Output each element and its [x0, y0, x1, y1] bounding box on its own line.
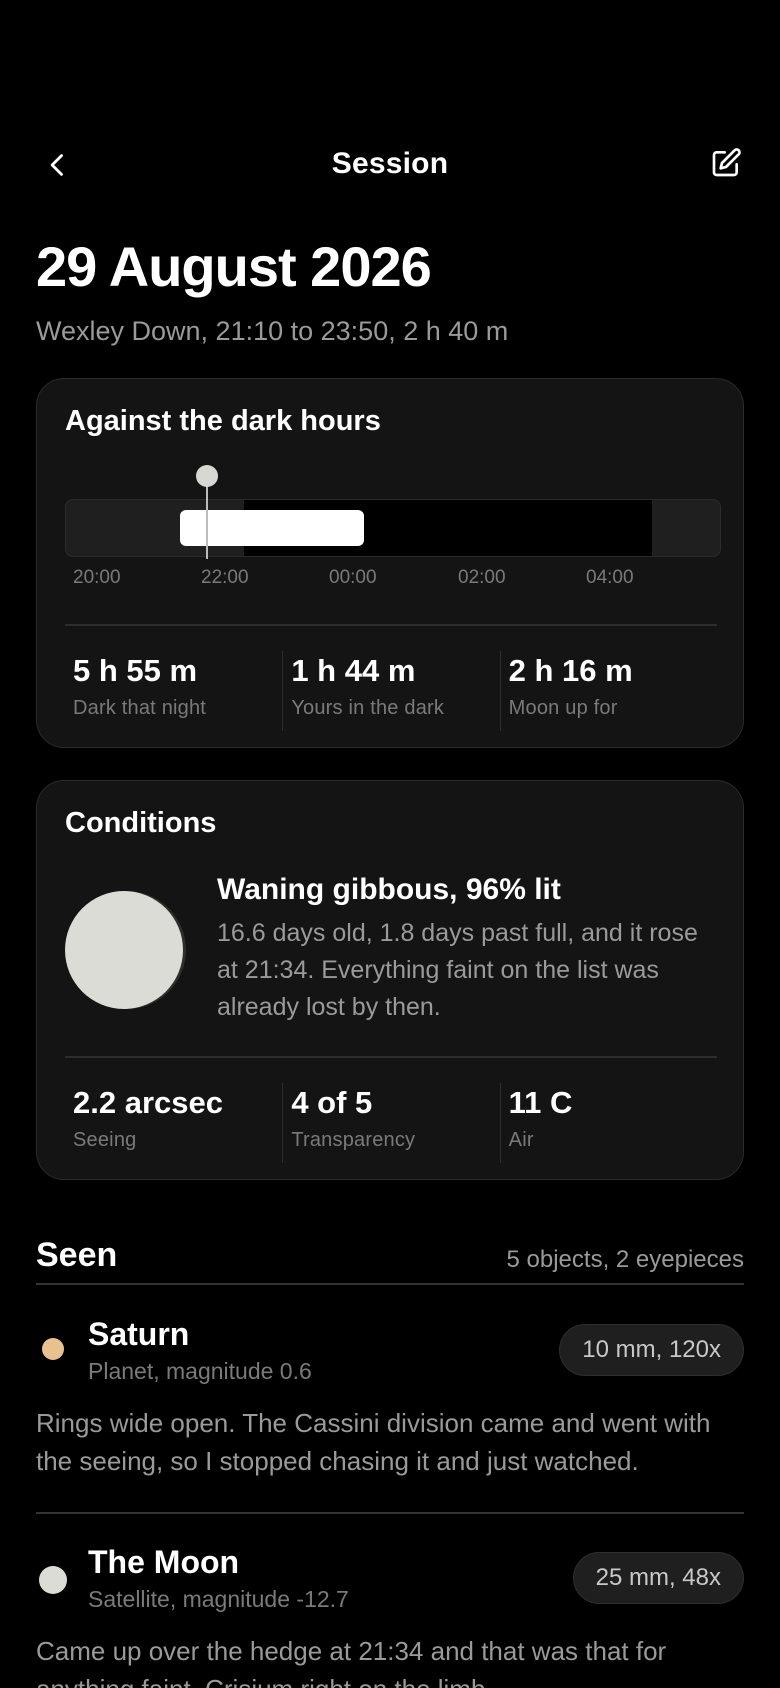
stat-value: 2 h 16 m [508, 653, 633, 688]
dark-hours-card: Against the dark hours 20:00 22:00 00:00… [36, 378, 744, 748]
conditions-card: Conditions Waning gibbous, 96% lit 16.6 … [36, 780, 744, 1180]
observation-note: Came up over the hedge at 21:34 and that… [36, 1636, 667, 1688]
divider [36, 1283, 744, 1285]
moonrise-marker-line [206, 475, 208, 559]
screen-title: Session [331, 147, 449, 180]
seen-section-title: Seen [36, 1236, 118, 1274]
seen-section-meta: 5 objects, 2 eyepieces [506, 1246, 744, 1273]
object-name: Saturn [88, 1316, 190, 1352]
tick-label: 04:00 [586, 567, 634, 588]
timeline-ticks: 20:00 22:00 00:00 02:00 04:00 [65, 567, 721, 597]
edit-button[interactable] [706, 143, 746, 183]
tick-label: 22:00 [201, 567, 249, 588]
observation-note: Rings wide open. The Cassini division ca… [36, 1408, 711, 1476]
stat-label: Dark that night [73, 697, 207, 719]
stat-label: Yours in the dark [291, 697, 445, 719]
tick-label: 02:00 [458, 567, 506, 588]
session-subtitle: Wexley Down, 21:10 to 23:50, 2 h 40 m [36, 316, 509, 346]
tick-label: 00:00 [329, 567, 377, 588]
object-name: The Moon [88, 1544, 240, 1580]
card-title: Against the dark hours [65, 405, 381, 437]
divider [65, 1056, 717, 1058]
object-type: Planet, magnitude 0.6 [88, 1358, 312, 1384]
dark-hours-timeline [65, 499, 721, 557]
eyepiece-badge[interactable]: 10 mm, 120x [559, 1324, 744, 1376]
stat-seeing: 2.2 arcsec Seeing [65, 1083, 282, 1163]
stat-value: 1 h 44 m [291, 653, 416, 688]
stat-label: Moon up for [508, 697, 618, 719]
stat-label: Transparency [291, 1129, 416, 1151]
divider [65, 624, 717, 626]
eyepiece-badge[interactable]: 25 mm, 48x [572, 1552, 744, 1604]
divider [36, 1512, 744, 1514]
stat-value: 5 h 55 m [73, 653, 198, 688]
stat-air: 11 C Air [499, 1083, 717, 1163]
stat-dark-night: 5 h 55 m Dark that night [65, 651, 282, 731]
tick-label: 20:00 [73, 567, 121, 588]
moon-description: 16.6 days old, 1.8 days past full, and i… [217, 919, 698, 1021]
session-date: 29 August 2026 [36, 235, 432, 298]
stat-value: 11 C [508, 1085, 573, 1120]
moonrise-marker-knob [196, 465, 218, 487]
top-bar: Session [0, 135, 780, 195]
condition-stats: 2.2 arcsec Seeing 4 of 5 Transparency 11… [65, 1083, 717, 1163]
planet-color-dot-icon [42, 1338, 64, 1360]
observation-item[interactable]: Saturn Planet, magnitude 0.6 10 mm, 120x… [36, 1300, 744, 1514]
stat-yours-dark: 1 h 44 m Yours in the dark [282, 651, 499, 731]
stat-value: 4 of 5 [291, 1085, 373, 1120]
stat-transparency: 4 of 5 Transparency [282, 1083, 499, 1163]
observation-item[interactable]: The Moon Satellite, magnitude -12.7 25 m… [36, 1528, 744, 1688]
stat-label: Seeing [73, 1129, 137, 1151]
moon-phase-title: Waning gibbous, 96% lit [217, 873, 561, 906]
edit-icon [712, 148, 741, 177]
card-title: Conditions [65, 807, 217, 839]
stat-moon-up: 2 h 16 m Moon up for [499, 651, 717, 731]
moon-color-dot-icon [39, 1566, 67, 1594]
moon-phase-icon [65, 891, 183, 1009]
stat-label: Air [508, 1129, 534, 1151]
dark-stats: 5 h 55 m Dark that night 1 h 44 m Yours … [65, 651, 717, 731]
object-type: Satellite, magnitude -12.7 [88, 1586, 349, 1612]
stat-value: 2.2 arcsec [73, 1085, 223, 1120]
